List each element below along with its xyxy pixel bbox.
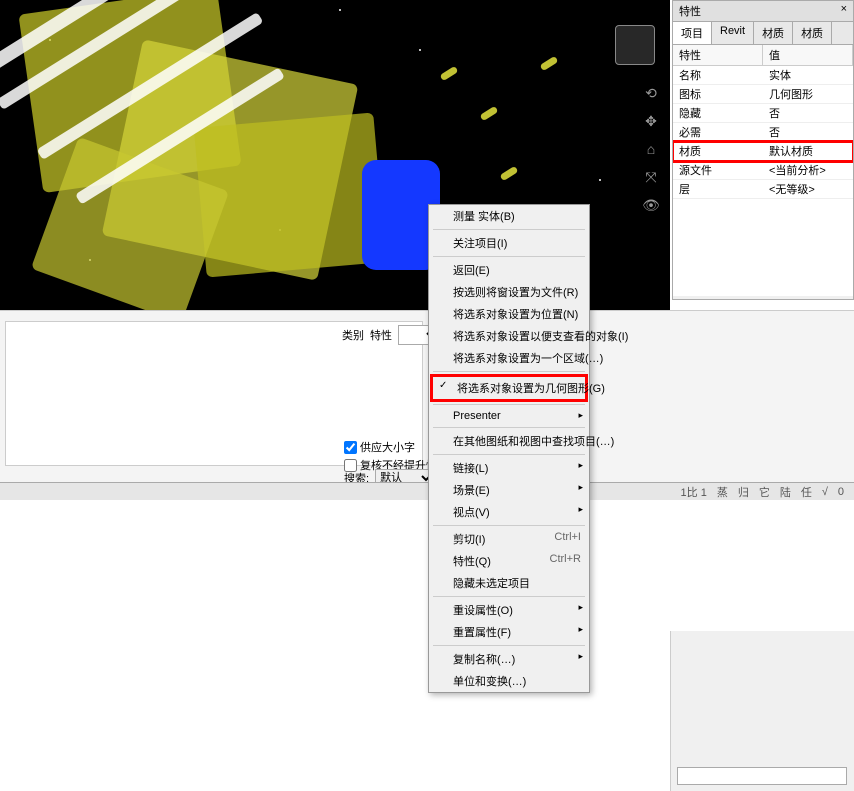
nav-toolbar: ⟲ ✥ ⌂ ⤧ 👁 <box>640 82 662 216</box>
geometry-pill <box>540 56 559 71</box>
status-item[interactable]: 1比 1 <box>681 484 707 500</box>
col-header: 值 <box>763 45 853 65</box>
menu-item[interactable]: 重置属性(F) <box>429 621 589 643</box>
status-bar: 1比 1 蒸归它陆任 √ 0 <box>0 482 854 500</box>
properties-tabs: 项目Revit材质材质 <box>673 22 853 45</box>
menu-item[interactable]: 特性(Q)Ctrl+R <box>429 550 589 572</box>
special-label: 特性 <box>370 327 392 343</box>
menu-item[interactable]: 链接(L) <box>429 457 589 479</box>
property-row[interactable]: 层<无等级> <box>673 180 853 199</box>
close-icon[interactable]: × <box>841 3 847 19</box>
menu-item[interactable]: 测量 实体(B) <box>429 205 589 227</box>
tab[interactable]: 材质 <box>793 22 832 44</box>
menu-item[interactable]: 视点(V) <box>429 501 589 523</box>
col-header: 特性 <box>673 45 763 65</box>
bottom-input[interactable] <box>677 767 847 785</box>
category-label: 类别 <box>342 327 364 343</box>
panel-title: 特性 <box>679 3 701 19</box>
menu-item[interactable]: 将选系对象设置为一个区域(…) <box>429 347 589 369</box>
tab[interactable]: 项目 <box>673 22 712 44</box>
properties-body: 名称实体图标几何图形隐藏否必需否材质默认材质源文件<当前分析>层<无等级> <box>673 66 853 296</box>
context-menu: 测量 实体(B)关注项目(I)返回(E)按选则将窗设置为文件(R)将选系对象设置… <box>428 204 590 693</box>
tab[interactable]: 材质 <box>754 22 793 44</box>
geometry-pill <box>440 66 459 81</box>
status-item[interactable]: 陆 <box>780 484 791 500</box>
checkbox-1[interactable] <box>344 441 357 454</box>
menu-item[interactable]: 在其他图纸和视图中查找项目(…) <box>429 430 589 452</box>
menu-separator <box>433 454 585 455</box>
status-item[interactable]: 0 <box>838 486 844 498</box>
pan-icon[interactable]: ✥ <box>640 110 662 132</box>
geometry-pill <box>480 106 499 121</box>
geometry-pill <box>500 166 519 181</box>
menu-separator <box>433 256 585 257</box>
menu-item[interactable]: 重设属性(O) <box>429 599 589 621</box>
status-item[interactable]: 任 <box>801 484 812 500</box>
tab[interactable]: Revit <box>712 22 754 44</box>
property-row[interactable]: 名称实体 <box>673 66 853 85</box>
menu-item[interactable]: 按选则将窗设置为文件(R) <box>429 281 589 303</box>
home-icon[interactable]: ⌂ <box>640 138 662 160</box>
look-icon[interactable]: 👁 <box>640 194 662 216</box>
menu-separator <box>433 427 585 428</box>
status-item[interactable]: 蒸 <box>717 484 728 500</box>
viewcube[interactable] <box>615 25 655 65</box>
menu-separator <box>433 404 585 405</box>
menu-item[interactable]: 将选系对象设置以便支查看的对象(I) <box>429 325 589 347</box>
menu-item[interactable]: 关注项目(I) <box>429 232 589 254</box>
menu-separator <box>433 596 585 597</box>
bottom-panel: 类别 特性 供应大小字 复核不经提升性果 搜索: 默认 <box>0 310 854 500</box>
menu-item[interactable]: 场景(E) <box>429 479 589 501</box>
property-row[interactable]: 图标几何图形 <box>673 85 853 104</box>
property-row[interactable]: 源文件<当前分析> <box>673 161 853 180</box>
orbit-icon[interactable]: ⟲ <box>640 82 662 104</box>
menu-item[interactable]: 复制名称(…) <box>429 648 589 670</box>
menu-separator <box>433 525 585 526</box>
menu-item[interactable]: 单位和变换(…) <box>429 670 589 692</box>
right-bottom-strip <box>670 631 854 791</box>
properties-panel: 特性 × 项目Revit材质材质 特性 值 名称实体图标几何图形隐藏否必需否材质… <box>672 0 854 300</box>
menu-separator <box>433 371 585 372</box>
menu-separator <box>433 645 585 646</box>
status-item[interactable]: 它 <box>759 484 770 500</box>
property-row[interactable]: 材质默认材质 <box>673 142 853 161</box>
menu-item[interactable]: 将选系对象设置为几何图形(G) <box>430 374 588 402</box>
status-item[interactable]: √ <box>822 486 828 498</box>
property-row[interactable]: 必需否 <box>673 123 853 142</box>
property-row[interactable]: 隐藏否 <box>673 104 853 123</box>
zoom-icon[interactable]: ⤧ <box>640 166 662 188</box>
menu-item[interactable]: 返回(E) <box>429 259 589 281</box>
menu-separator <box>433 229 585 230</box>
menu-item[interactable]: 隐藏未选定项目 <box>429 572 589 594</box>
menu-item[interactable]: Presenter <box>429 407 589 425</box>
menu-item[interactable]: 剪切(I)Ctrl+I <box>429 528 589 550</box>
status-item[interactable]: 归 <box>738 484 749 500</box>
menu-item[interactable]: 将选系对象设置为位置(N) <box>429 303 589 325</box>
